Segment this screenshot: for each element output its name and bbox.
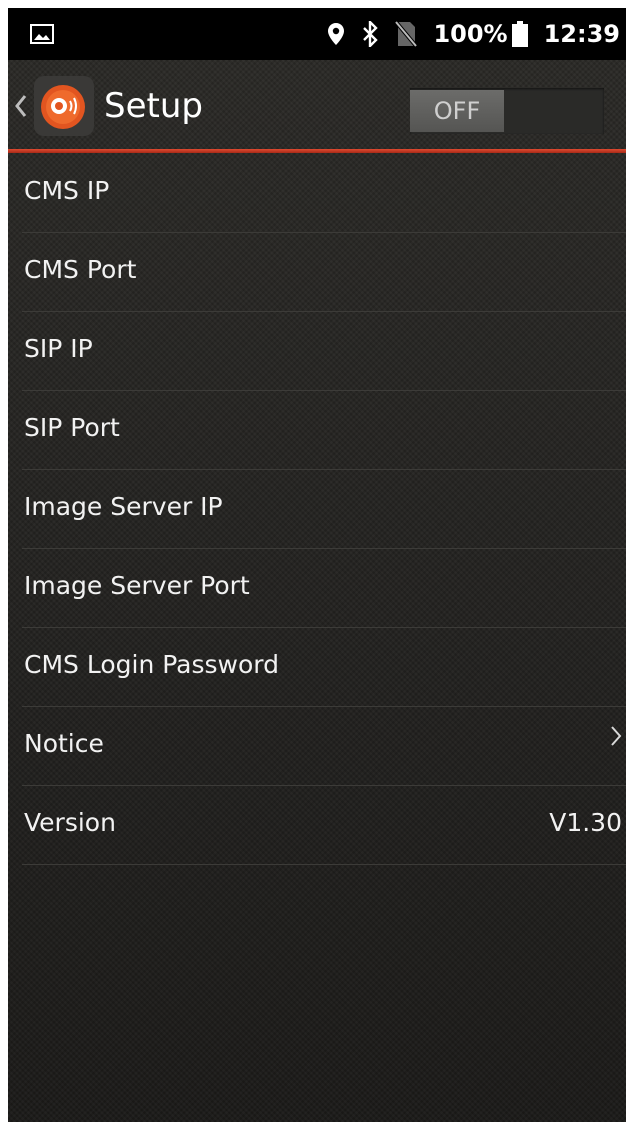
- setting-version: Version V1.30: [22, 786, 626, 865]
- location-icon: [327, 22, 345, 46]
- setting-image-server-port[interactable]: Image Server Port: [22, 549, 626, 628]
- setting-label: CMS Login Password: [24, 650, 280, 679]
- setting-label: Version: [24, 808, 116, 837]
- setting-label: CMS Port: [24, 255, 137, 284]
- setting-label: SIP IP: [24, 334, 93, 363]
- image-icon: [30, 24, 54, 44]
- app-bar: Setup OFF: [8, 60, 626, 152]
- setting-cms-port[interactable]: CMS Port: [22, 233, 626, 312]
- header-divider: [8, 149, 626, 153]
- app-logo-icon[interactable]: [32, 74, 96, 138]
- clock: 12:39: [543, 20, 620, 48]
- chevron-right-icon: [610, 725, 622, 751]
- setting-notice[interactable]: Notice: [22, 707, 626, 786]
- setting-label: SIP Port: [24, 413, 120, 442]
- version-value: V1.30: [549, 808, 622, 837]
- no-sim-icon: [395, 21, 418, 47]
- setting-sip-port[interactable]: SIP Port: [22, 391, 626, 470]
- battery-percent: 100%: [433, 20, 508, 48]
- setting-label: Notice: [24, 729, 104, 758]
- toggle-label: OFF: [410, 90, 504, 132]
- setting-sip-ip[interactable]: SIP IP: [22, 312, 626, 391]
- back-chevron-icon[interactable]: [14, 94, 28, 122]
- power-toggle[interactable]: OFF: [410, 88, 604, 134]
- bluetooth-icon: [361, 21, 379, 47]
- setting-label: Image Server IP: [24, 492, 223, 521]
- setting-label: Image Server Port: [24, 571, 250, 600]
- setting-label: CMS IP: [24, 176, 110, 205]
- setting-image-server-ip[interactable]: Image Server IP: [22, 470, 626, 549]
- page-title: Setup: [104, 86, 203, 126]
- settings-list: CMS IP CMS Port SIP IP SIP Port Image Se…: [8, 154, 626, 865]
- setting-cms-login-password[interactable]: CMS Login Password: [22, 628, 626, 707]
- status-bar: 100% 12:39: [8, 8, 626, 60]
- screen: 100% 12:39 Setup OFF CMS IP CMS Port SIP…: [8, 8, 626, 1122]
- battery-icon: [511, 21, 528, 47]
- setting-cms-ip[interactable]: CMS IP: [22, 154, 626, 233]
